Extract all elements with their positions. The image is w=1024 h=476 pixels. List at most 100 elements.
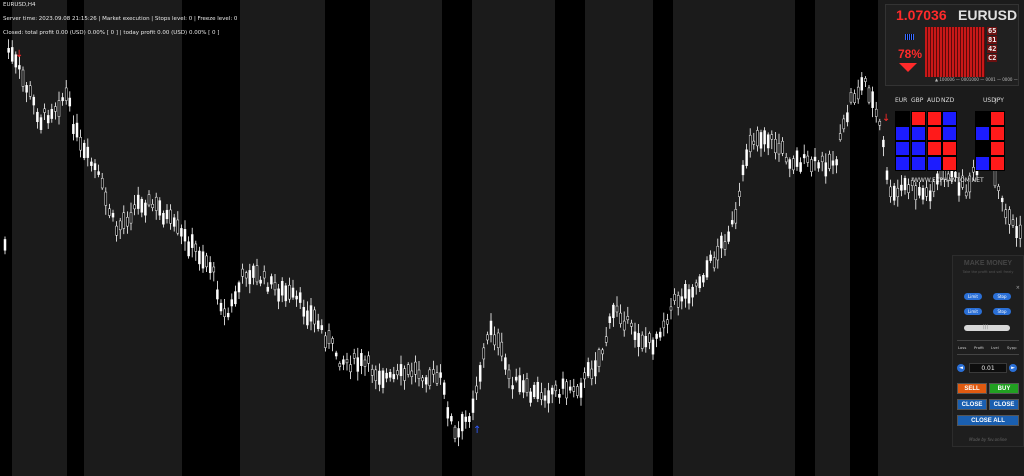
candle-body: [864, 78, 867, 82]
slider-handle[interactable]: |||: [983, 324, 988, 330]
level-label: Lvel: [991, 345, 999, 350]
loss-label: Loss: [958, 345, 967, 350]
candle-body: [817, 162, 820, 169]
site-watermark: WWW.FXPHANTOM.NET: [913, 177, 984, 184]
candle-body: [396, 370, 399, 376]
candle-body: [7, 47, 10, 53]
increase-lot-button[interactable]: ►: [1009, 364, 1017, 372]
candle-body: [601, 349, 604, 355]
candle-body: [763, 130, 766, 145]
candle-body: [565, 381, 568, 399]
strength-cell: [975, 156, 990, 171]
candle-body: [25, 85, 28, 93]
buy-button[interactable]: BUY: [989, 383, 1019, 394]
close-icon[interactable]: ×: [1016, 285, 1020, 291]
candle-body: [529, 391, 532, 403]
candle-body: [291, 287, 295, 298]
close-sell-button[interactable]: CLOSE: [957, 399, 987, 410]
candle-body: [572, 386, 576, 392]
candle-body: [673, 294, 676, 301]
candle-body: [1008, 209, 1011, 225]
close-buy-button[interactable]: CLOSE: [989, 399, 1019, 410]
divider: [957, 354, 1019, 355]
candle-body: [802, 154, 806, 159]
candle-body: [226, 312, 230, 318]
candle-body: [759, 132, 763, 149]
strength-cell: [895, 126, 910, 141]
sell-button[interactable]: SELL: [957, 383, 987, 394]
candle-body: [651, 339, 655, 355]
candle-body: [568, 386, 572, 391]
strength-cell: [990, 156, 1005, 171]
candle-body: [486, 334, 489, 341]
stop-button[interactable]: Stop: [993, 293, 1011, 300]
candle-body: [640, 334, 644, 349]
candle-body: [928, 190, 932, 202]
decrease-lot-button[interactable]: ◄: [957, 364, 965, 372]
candle-body: [306, 310, 309, 326]
candle-body: [842, 118, 846, 130]
candle-body: [849, 92, 853, 103]
lot-slider[interactable]: |||: [964, 324, 1010, 331]
candle-body: [39, 117, 43, 130]
candle-body: [385, 372, 388, 379]
candle-body: [576, 386, 579, 396]
candle-body: [183, 229, 187, 242]
candle-body: [738, 190, 741, 197]
candle-body: [496, 332, 500, 348]
candle-body: [478, 365, 482, 382]
lot-size-input[interactable]: 0.01: [969, 363, 1007, 373]
candle-body: [597, 349, 601, 367]
strength-cell: [942, 126, 957, 141]
candle-body: [115, 225, 118, 236]
candle-body: [324, 335, 327, 348]
candle-body: [824, 162, 828, 177]
candle-body: [586, 362, 590, 377]
candle-body: [136, 194, 140, 209]
candle-body: [320, 325, 324, 330]
limit-button[interactable]: Limit: [964, 308, 982, 315]
candle-body: [561, 378, 565, 389]
candle-body: [223, 308, 226, 317]
candle-body: [608, 316, 612, 323]
candle-body: [730, 220, 734, 225]
signal-grid-icon: [905, 34, 914, 40]
candle-body: [144, 202, 147, 216]
candle-body: [219, 302, 223, 312]
strength-cell: [927, 141, 942, 156]
candle-body: [676, 295, 680, 308]
candle-body: [244, 272, 248, 279]
close-all-button[interactable]: CLOSE ALL: [957, 415, 1019, 426]
profit-label: Profit: [974, 345, 984, 350]
candle-body: [277, 288, 280, 302]
candle-body: [21, 69, 25, 87]
candle-body: [378, 370, 381, 385]
candle-body: [734, 209, 738, 224]
candle-body: [349, 364, 352, 373]
sell-signal-arrow-icon: ↓: [15, 49, 24, 60]
candle-body: [594, 360, 597, 377]
currency-label-nzd: NZD: [941, 97, 955, 104]
limit-button[interactable]: Limit: [964, 293, 982, 300]
candle-body: [709, 254, 712, 261]
candle-body: [514, 376, 518, 381]
candle-body: [424, 377, 428, 385]
currency-strength-matrix: EUR GBP AUD NZD USD JPY WWW.FXPHANTOM.NET: [893, 97, 1018, 187]
strength-cell: [990, 126, 1005, 141]
candle-body: [716, 245, 720, 261]
candle-body: [882, 139, 885, 148]
candle-body: [129, 212, 133, 224]
candle-body: [108, 208, 111, 216]
strength-cell: [990, 111, 1005, 126]
candle-body: [370, 369, 374, 376]
candle-body: [43, 108, 46, 113]
candle-body: [158, 200, 162, 216]
candle-body: [450, 416, 453, 422]
candle-body: [1004, 209, 1008, 219]
candlestick-chart[interactable]: [0, 0, 1024, 476]
price-panel-footer: ▲ 100006 — 0001000 — 0001 — 0000 —: [935, 77, 1018, 82]
candle-body: [176, 219, 180, 234]
candle-body: [68, 97, 72, 107]
candle-body: [334, 352, 338, 357]
stop-button[interactable]: Stop: [993, 308, 1011, 315]
